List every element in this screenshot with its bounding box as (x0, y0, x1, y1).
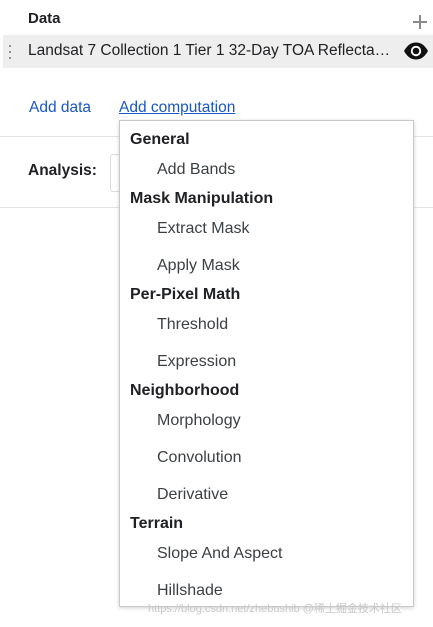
add-computation-link[interactable]: Add computation (119, 99, 235, 117)
page: Data Landsat 7 Collection 1 Tier 1 32-Da… (0, 0, 433, 627)
menu-item-apply-mask[interactable]: Apply Mask (157, 257, 240, 275)
analysis-label: Analysis: (28, 162, 97, 179)
menu-item-add-bands[interactable]: Add Bands (157, 161, 235, 179)
computation-dropdown-menu: General Add Bands Mask Manipulation Extr… (119, 120, 414, 607)
data-panel-title: Data (28, 10, 61, 27)
menu-item-morphology[interactable]: Morphology (157, 412, 241, 430)
watermark: https://blog.csdn.net/zhebushib @稀土掘金技术社… (148, 603, 402, 615)
add-data-link[interactable]: Add data (29, 99, 91, 117)
drag-handle-icon[interactable] (8, 44, 12, 60)
layer-row[interactable]: Landsat 7 Collection 1 Tier 1 32-Day TOA… (3, 35, 433, 68)
menu-item-hillshade[interactable]: Hillshade (157, 582, 223, 600)
layer-name[interactable]: Landsat 7 Collection 1 Tier 1 32-Day TOA… (28, 42, 396, 60)
eye-icon[interactable] (403, 42, 429, 60)
plus-icon[interactable] (413, 15, 427, 29)
menu-group-neighborhood: Neighborhood (130, 382, 240, 399)
menu-group-mask-manipulation: Mask Manipulation (130, 190, 274, 207)
menu-item-derivative[interactable]: Derivative (157, 486, 228, 504)
menu-item-slope-and-aspect[interactable]: Slope And Aspect (157, 545, 282, 563)
menu-item-threshold[interactable]: Threshold (157, 316, 228, 334)
menu-group-general: General (130, 131, 190, 148)
menu-item-convolution[interactable]: Convolution (157, 449, 242, 467)
menu-group-per-pixel-math: Per-Pixel Math (130, 286, 241, 303)
menu-item-expression[interactable]: Expression (157, 353, 236, 371)
menu-item-extract-mask[interactable]: Extract Mask (157, 220, 249, 238)
menu-group-terrain: Terrain (130, 515, 184, 532)
